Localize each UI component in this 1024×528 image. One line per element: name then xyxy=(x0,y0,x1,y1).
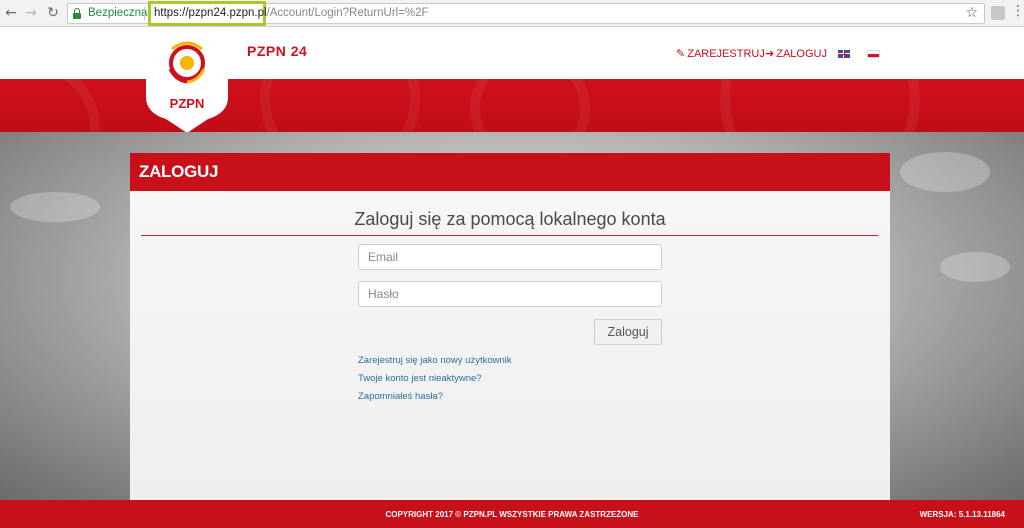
bookmark-star-icon[interactable]: ☆ xyxy=(965,5,978,21)
pzpn-logo[interactable]: PZPN xyxy=(146,27,228,133)
secure-label: Bezpieczna xyxy=(88,7,148,19)
nav-register-link[interactable]: ✎ ZAREJESTRUJ xyxy=(676,47,765,60)
nav-register-label: ZAREJESTRUJ xyxy=(687,48,765,60)
back-icon[interactable]: ← xyxy=(2,4,20,22)
panel-header: ZALOGUJ xyxy=(130,153,890,191)
url-path: /Account/Login?ReturnUrl=%2F xyxy=(266,7,429,19)
address-separator xyxy=(144,7,145,20)
extension-icon[interactable] xyxy=(991,6,1005,20)
login-button[interactable]: Zaloguj xyxy=(594,319,662,345)
brand-title[interactable]: PZPN 24 xyxy=(247,43,307,59)
copyright-text: COPYRIGHT 2017 © PZPN.PL WSZYSTKIE PRAWA… xyxy=(385,510,639,519)
uk-flag-icon[interactable] xyxy=(838,50,850,58)
browser-menu-icon[interactable]: ⋮ xyxy=(1011,3,1024,19)
url-host: https://pzpn24.pzpn.pl xyxy=(154,7,267,19)
panel-title: ZALOGUJ xyxy=(139,162,219,181)
nav-login-link[interactable]: ➔ ZALOGUJ xyxy=(765,47,827,60)
forward-icon[interactable]: → xyxy=(22,4,40,22)
pencil-icon: ✎ xyxy=(676,47,686,60)
login-panel: ZALOGUJ Zaloguj się za pomocą lokalnego … xyxy=(130,153,890,500)
nav-login-label: ZALOGUJ xyxy=(776,48,827,60)
url-text[interactable]: https://pzpn24.pzpn.pl/Account/Login?Ret… xyxy=(154,7,429,19)
browser-toolbar: ← → ↻ Bezpieczna https://pzpn24.pzpn.pl/… xyxy=(0,0,1024,27)
lock-icon xyxy=(73,8,81,19)
login-subtitle: Zaloguj się za pomocą lokalnego konta xyxy=(354,209,666,229)
site-footer: COPYRIGHT 2017 © PZPN.PL WSZYSTKIE PRAWA… xyxy=(0,500,1024,528)
reload-icon[interactable]: ↻ xyxy=(44,4,62,22)
password-field[interactable] xyxy=(358,281,662,307)
forgot-password-link[interactable]: Zapomniałeś hasła? xyxy=(358,391,443,402)
poland-flag-icon[interactable] xyxy=(867,50,880,58)
address-bar[interactable]: Bezpieczna https://pzpn24.pzpn.pl/Accoun… xyxy=(67,1,985,26)
inactive-account-link[interactable]: Twoje konto jest nieaktywne? xyxy=(358,373,482,384)
logo-text: PZPN xyxy=(170,96,205,111)
version-text: WERSJA: 5.1.13.11864 xyxy=(919,510,1005,519)
register-link[interactable]: Zarejestruj się jako nowy użytkownik xyxy=(358,355,512,366)
subtitle-divider xyxy=(141,235,878,236)
email-field[interactable] xyxy=(358,244,662,270)
sign-in-icon: ➔ xyxy=(765,47,775,60)
